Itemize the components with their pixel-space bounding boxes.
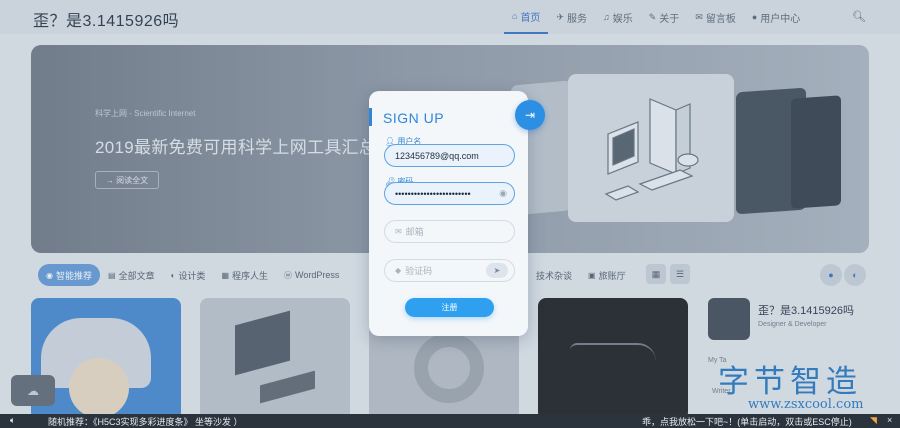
password-value: •••••••••••••••••••••••• — [395, 188, 471, 199]
title-accent-bar — [369, 108, 372, 126]
close-icon[interactable]: × — [887, 415, 892, 425]
captcha-placeholder: 验证码 — [405, 266, 433, 276]
bottom-ticker: 🔈︎ 随机推荐：《H5C3实现多彩进度条》 坐等沙发 ） 乖，点我放松一下吧~！… — [0, 414, 900, 428]
switch-to-login-icon[interactable]: ⇥ — [515, 100, 545, 130]
speaker-icon[interactable]: 🔈︎ — [10, 415, 15, 426]
player-hint-text[interactable]: 乖，点我放松一下吧~！(单击启动，双击或ESC停止) — [642, 415, 852, 428]
username-value: 123456789@qq.com — [395, 150, 479, 161]
register-button[interactable]: 注册 — [405, 298, 494, 317]
email-field[interactable]: ✉ 邮箱 — [384, 220, 515, 243]
username-field[interactable]: 123456789@qq.com — [384, 144, 515, 167]
rss-icon[interactable]: ◥ — [870, 415, 877, 426]
captcha-field[interactable]: ◆ 验证码 ➤ — [384, 259, 515, 282]
random-recommend-text[interactable]: 随机推荐：《H5C3实现多彩进度条》 坐等沙发 ） — [48, 415, 243, 428]
mail-icon: ✉ — [395, 227, 402, 236]
eye-icon[interactable]: ◉ — [499, 188, 507, 199]
password-field[interactable]: •••••••••••••••••••••••• ◉ — [384, 182, 515, 205]
signup-modal: SIGN UP ⇥ 👤︎ 用户名 123456789@qq.com 🔑︎ 密码 … — [369, 91, 545, 336]
send-code-icon[interactable]: ➤ — [486, 263, 508, 278]
email-placeholder: 邮箱 — [405, 227, 424, 237]
captcha-icon: ◆ — [395, 266, 402, 275]
modal-title: SIGN UP — [383, 110, 445, 126]
